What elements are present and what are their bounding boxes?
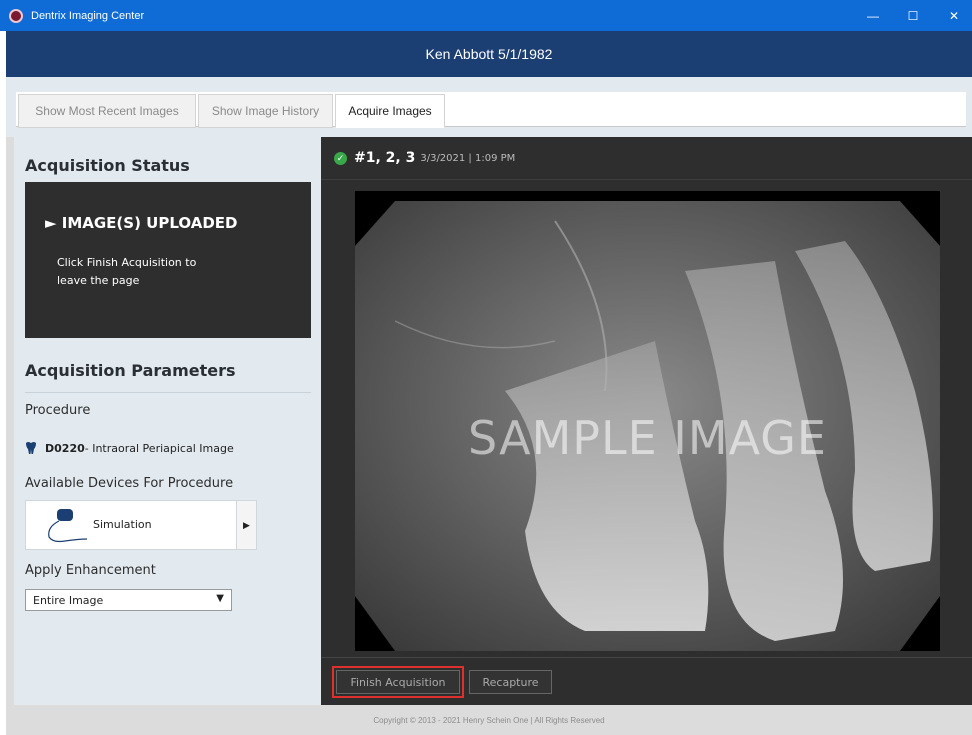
- section-divider: [25, 392, 311, 393]
- patient-header: Ken Abbott 5/1/1982: [6, 31, 972, 77]
- image-datetime: 3/3/2021 | 1:09 PM: [420, 152, 516, 164]
- procedure-code: D0220: [45, 441, 85, 455]
- apply-enhancement-label: Apply Enhancement: [25, 563, 156, 578]
- image-viewer: ✓ #1, 2, 3 3/3/2021 | 1:09 PM SAMPLE IMA…: [321, 137, 972, 705]
- left-panel: Acquisition Status ► IMAGE(S) UPLOADED C…: [14, 137, 321, 705]
- enhancement-value: Entire Image: [33, 593, 104, 607]
- copyright-footer: Copyright © 2013 - 2021 Henry Schein One…: [6, 705, 972, 735]
- available-devices-label: Available Devices For Procedure: [25, 476, 234, 491]
- device-name: Simulation: [93, 518, 152, 531]
- tab-acquire-images[interactable]: Acquire Images: [335, 94, 445, 128]
- status-state: ► IMAGE(S) UPLOADED: [45, 214, 238, 232]
- procedure-description: - Intraoral Periapical Image: [84, 441, 234, 455]
- teeth-numbers: #1, 2, 3: [354, 150, 416, 166]
- tooth-icon: [26, 442, 36, 454]
- sample-watermark: SAMPLE IMAGE: [468, 411, 827, 465]
- recapture-button[interactable]: Recapture: [469, 670, 552, 694]
- sensor-device-icon: [48, 509, 87, 543]
- window-title: Dentrix Imaging Center: [31, 9, 145, 22]
- procedure-label: Procedure: [25, 403, 91, 418]
- patient-name-dob: Ken Abbott 5/1/1982: [425, 46, 553, 62]
- close-button[interactable]: ✕: [936, 0, 972, 31]
- tab-image-history[interactable]: Show Image History: [198, 94, 333, 128]
- acquisition-parameters-title: Acquisition Parameters: [25, 361, 236, 380]
- viewer-footer: Finish Acquisition Recapture: [321, 657, 972, 705]
- caret-right-icon: ▶: [243, 519, 250, 530]
- minimize-button[interactable]: —: [855, 0, 891, 31]
- copyright-text: Copyright © 2013 - 2021 Henry Schein One…: [373, 715, 605, 725]
- status-message: Click Finish Acquisition to leave the pa…: [57, 256, 197, 287]
- check-circle-icon: ✓: [334, 151, 347, 165]
- tab-most-recent-images[interactable]: Show Most Recent Images: [18, 94, 196, 128]
- acquisition-status-title: Acquisition Status: [25, 156, 190, 175]
- viewer-header: ✓ #1, 2, 3 3/3/2021 | 1:09 PM: [321, 137, 972, 180]
- xray-image[interactable]: SAMPLE IMAGE: [355, 191, 940, 651]
- status-box: ► IMAGE(S) UPLOADED Click Finish Acquisi…: [25, 182, 311, 338]
- device-card-simulation[interactable]: Simulation: [25, 500, 257, 550]
- title-bar: Dentrix Imaging Center — ☐ ✕: [0, 0, 972, 31]
- maximize-button[interactable]: ☐: [895, 0, 931, 31]
- tabs-bar: Show Most Recent Images Show Image Histo…: [6, 77, 972, 137]
- chevron-down-icon: ▼: [216, 593, 224, 604]
- tab-strip: Show Most Recent Images Show Image Histo…: [16, 92, 966, 128]
- enhancement-select[interactable]: Entire Image ▼: [25, 589, 232, 611]
- finish-acquisition-button[interactable]: Finish Acquisition: [332, 666, 464, 698]
- dentrix-logo-icon: [9, 8, 23, 23]
- procedure-row: D0220 - Intraoral Periapical Image: [25, 441, 234, 455]
- device-expand-button[interactable]: ▶: [236, 500, 257, 550]
